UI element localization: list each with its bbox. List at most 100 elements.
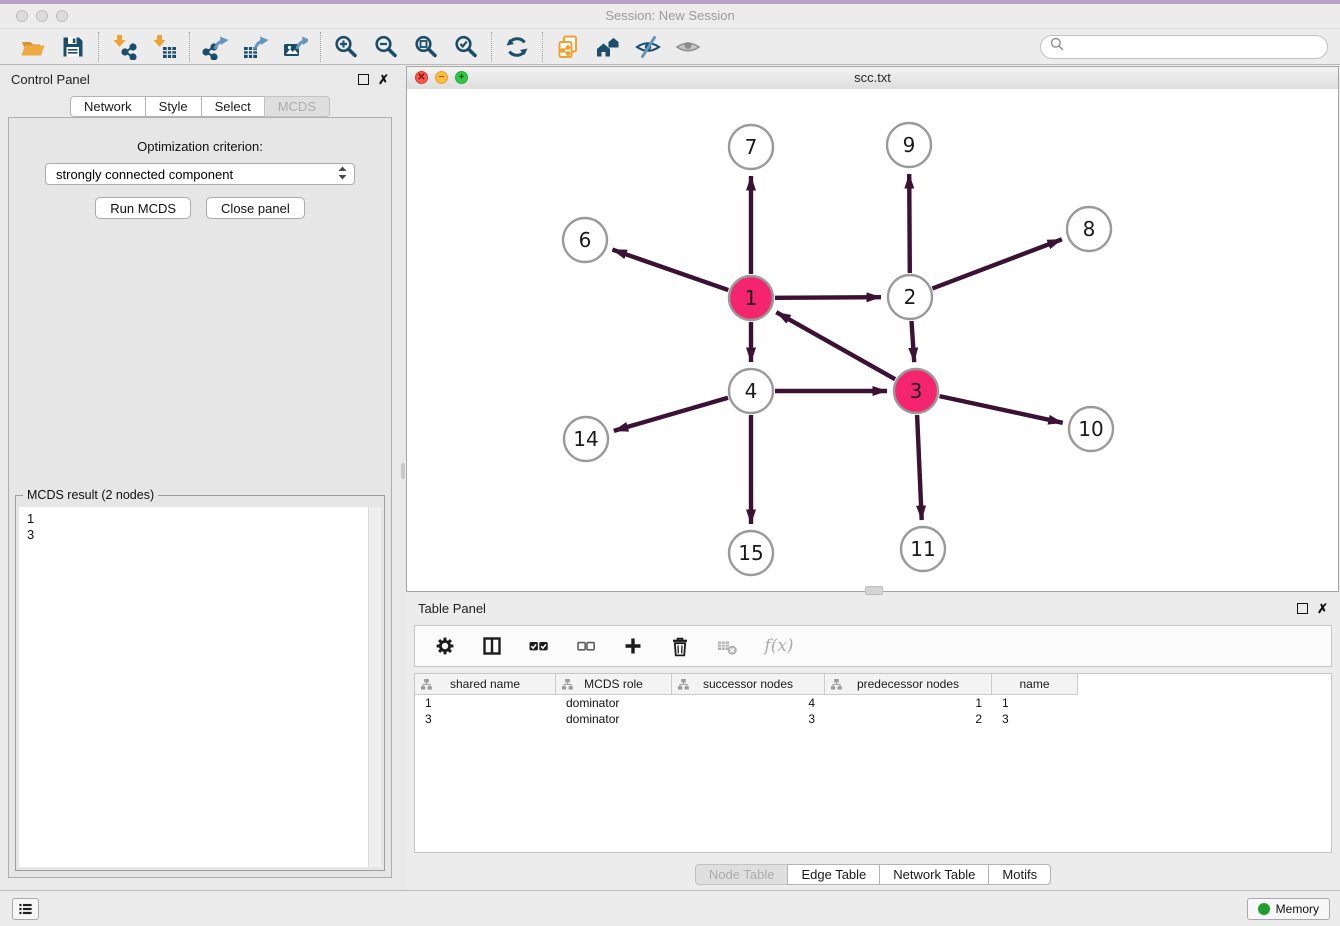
import-network-icon[interactable] (110, 33, 138, 61)
float-panel-icon[interactable] (358, 74, 369, 85)
edge-1-6[interactable] (612, 250, 728, 291)
tab-motifs[interactable]: Motifs (988, 864, 1051, 885)
mcds-result-list[interactable]: 13 (19, 507, 369, 867)
zoom-fit-icon[interactable] (412, 33, 440, 61)
svg-text:15: 15 (738, 541, 763, 565)
column-header-MCDS-role[interactable]: MCDS role (556, 674, 672, 695)
delete-icon[interactable] (668, 634, 692, 658)
edge-1-2[interactable] (775, 297, 881, 298)
column-header-predecessor-nodes[interactable]: predecessor nodes (825, 674, 992, 695)
node-3[interactable]: 3 (894, 369, 938, 413)
mcds-result-node[interactable]: 3 (27, 527, 369, 543)
splitter-grip[interactable] (401, 463, 405, 479)
edge-3-11[interactable] (917, 415, 922, 520)
node-10[interactable]: 10 (1069, 407, 1113, 451)
open-icon[interactable] (19, 33, 47, 61)
tab-node-table[interactable]: Node Table (695, 864, 789, 885)
node-9[interactable]: 9 (887, 123, 931, 167)
memory-button[interactable]: Memory (1247, 898, 1330, 920)
maximize-window-icon[interactable] (56, 10, 68, 22)
node-1[interactable]: 1 (729, 276, 773, 320)
network-resize-grip[interactable] (865, 586, 883, 595)
run-mcds-button[interactable]: Run MCDS (95, 197, 191, 219)
table-cell[interactable]: 3 (992, 711, 1078, 727)
save-icon[interactable] (59, 33, 87, 61)
minimize-window-icon[interactable] (36, 10, 48, 22)
close-panel-icon[interactable]: ✗ (378, 74, 389, 85)
svg-text:4: 4 (745, 379, 758, 403)
main-toolbar (0, 29, 1340, 65)
tab-network[interactable]: Network (70, 96, 146, 117)
export-network-icon[interactable] (201, 33, 229, 61)
tab-mcds[interactable]: MCDS (264, 96, 330, 117)
network-close-icon[interactable]: ✕ (415, 71, 428, 84)
table-cell[interactable]: 1 (415, 695, 556, 711)
tab-edge-table[interactable]: Edge Table (787, 864, 880, 885)
node-15[interactable]: 15 (729, 531, 773, 575)
table-row[interactable]: 1dominator411 (415, 695, 1331, 711)
network-maximize-icon[interactable]: + (455, 71, 468, 84)
edge-3-10[interactable] (940, 396, 1063, 423)
node-2[interactable]: 2 (888, 275, 932, 319)
node-14[interactable]: 14 (564, 417, 608, 461)
close-window-icon[interactable] (16, 10, 28, 22)
show-all-icon[interactable] (674, 33, 702, 61)
table-cell[interactable]: 4 (672, 695, 825, 711)
mcds-result-node[interactable]: 1 (27, 511, 369, 527)
tab-select[interactable]: Select (201, 96, 265, 117)
zoom-out-icon[interactable] (372, 33, 400, 61)
edge-2-8[interactable] (932, 239, 1062, 288)
refresh-icon[interactable] (503, 33, 531, 61)
edge-2-9[interactable] (909, 174, 910, 273)
unselect-all-icon[interactable] (574, 634, 598, 658)
first-neighbors-icon[interactable] (594, 33, 622, 61)
criterion-select[interactable]: strongly connected component (45, 163, 355, 185)
add-icon[interactable] (621, 634, 645, 658)
select-all-icon[interactable] (527, 634, 551, 658)
network-window-titlebar[interactable]: ✕ − + scc.txt (407, 67, 1338, 90)
columns-icon[interactable] (480, 634, 504, 658)
zoom-in-icon[interactable] (332, 33, 360, 61)
export-table-icon[interactable] (241, 33, 269, 61)
search-input[interactable] (1070, 38, 1318, 55)
column-header-shared-name[interactable]: shared name (415, 674, 556, 695)
result-scrollbar[interactable] (368, 507, 381, 867)
close-table-panel-icon[interactable]: ✗ (1317, 603, 1328, 614)
table-cell[interactable]: dominator (556, 711, 672, 727)
tab-style[interactable]: Style (145, 96, 202, 117)
table-cell[interactable]: 2 (825, 711, 992, 727)
zoom-selected-icon[interactable] (452, 33, 480, 61)
table-cell[interactable]: dominator (556, 695, 672, 711)
import-table-icon[interactable] (150, 33, 178, 61)
table-cell[interactable]: 1 (992, 695, 1078, 711)
edge-3-1[interactable] (776, 312, 895, 379)
node-11[interactable]: 11 (901, 527, 945, 571)
node-7[interactable]: 7 (729, 125, 773, 169)
task-history-button[interactable] (12, 898, 39, 920)
table-row[interactable]: 3dominator323 (415, 711, 1331, 727)
float-table-panel-icon[interactable] (1297, 603, 1308, 614)
network-canvas[interactable]: 7 9 6 8 1 2 4 3 14 10 15 11 (407, 89, 1338, 591)
table-cell[interactable]: 3 (672, 711, 825, 727)
network-graph[interactable]: 7 9 6 8 1 2 4 3 14 10 15 11 (407, 89, 1338, 592)
network-minimize-icon[interactable]: − (435, 71, 448, 84)
column-header-successor-nodes[interactable]: successor nodes (672, 674, 825, 695)
window-titlebar: Session: New Session (0, 4, 1340, 29)
close-panel-button[interactable]: Close panel (206, 197, 305, 219)
edge-4-14[interactable] (614, 398, 728, 431)
hide-selected-icon[interactable] (634, 33, 662, 61)
column-header-name[interactable]: name (992, 674, 1078, 695)
new-from-selection-icon[interactable] (554, 33, 582, 61)
settings-icon[interactable] (433, 634, 457, 658)
node-8[interactable]: 8 (1067, 207, 1111, 251)
export-image-icon[interactable] (281, 33, 309, 61)
edge-2-3[interactable] (912, 321, 915, 362)
table-cell[interactable]: 3 (415, 711, 556, 727)
table-toolbar: f(x) (414, 625, 1332, 667)
toolbar-group (543, 33, 713, 61)
search-box[interactable] (1040, 35, 1328, 59)
table-cell[interactable]: 1 (825, 695, 992, 711)
tab-network-table[interactable]: Network Table (879, 864, 989, 885)
node-4[interactable]: 4 (729, 369, 773, 413)
node-6[interactable]: 6 (563, 218, 607, 262)
